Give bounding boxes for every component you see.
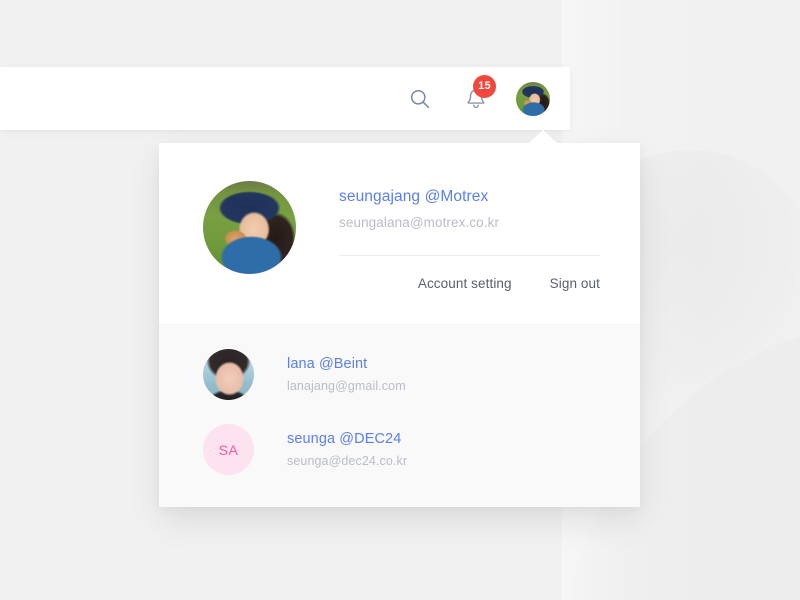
- account-info: lana @Beint lanajang@gmail.com: [287, 356, 406, 393]
- account-name[interactable]: lana @Beint: [287, 356, 406, 372]
- section-divider: [339, 255, 600, 256]
- notifications-button[interactable]: 15: [460, 74, 496, 115]
- notification-badge: 15: [473, 74, 496, 98]
- list-item[interactable]: SA seunga @DEC24 seunga@dec24.co.kr: [159, 412, 640, 487]
- popover-pointer-arrow: [528, 130, 558, 144]
- account-initials-avatar: SA: [203, 424, 254, 475]
- account-actions: Account setting Sign out: [339, 276, 600, 291]
- account-email: lanajang@gmail.com: [287, 379, 406, 393]
- primary-account-avatar: [203, 181, 296, 274]
- account-switcher-popover: seungajang @Motrex seungalana@motrex.co.…: [159, 130, 640, 507]
- app-header-bar: 15: [0, 67, 570, 130]
- account-email: seunga@dec24.co.kr: [287, 454, 408, 468]
- account-setting-link[interactable]: Account setting: [418, 276, 512, 291]
- account-avatar: [203, 349, 254, 400]
- list-item[interactable]: lana @Beint lanajang@gmail.com: [159, 337, 640, 412]
- search-button[interactable]: [404, 83, 436, 115]
- header-avatar[interactable]: [516, 81, 550, 116]
- primary-account-info: seungajang @Motrex seungalana@motrex.co.…: [339, 181, 600, 291]
- account-name[interactable]: seunga @DEC24: [287, 431, 407, 447]
- primary-account-section: seungajang @Motrex seungalana@motrex.co.…: [159, 143, 640, 323]
- account-info: seunga @DEC24 seunga@dec24.co.kr: [287, 431, 407, 468]
- primary-account-name[interactable]: seungajang @Motrex: [339, 188, 488, 206]
- other-accounts-list: lana @Beint lanajang@gmail.com SA seunga…: [159, 323, 640, 507]
- sign-out-link[interactable]: Sign out: [550, 276, 600, 291]
- primary-account-email: seungalana@motrex.co.kr: [339, 215, 500, 230]
- search-icon: [410, 89, 430, 108]
- header-actions: 15: [404, 74, 562, 116]
